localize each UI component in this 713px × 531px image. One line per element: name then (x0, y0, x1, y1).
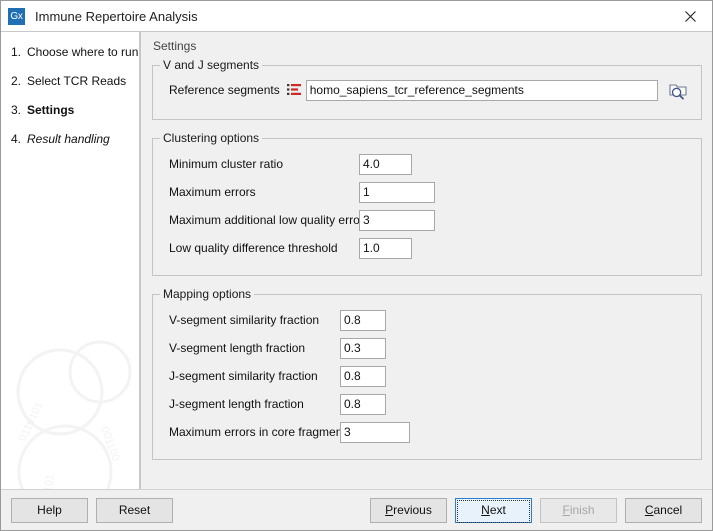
previous-mnemonic: P (385, 502, 394, 517)
finish-mnemonic: F (562, 502, 570, 517)
page-title: Settings (153, 39, 197, 53)
close-icon[interactable] (669, 1, 712, 31)
group-title: Mapping options (160, 288, 255, 300)
minimum-cluster-ratio-label: Minimum cluster ratio (169, 157, 284, 171)
maximum-errors-in-core-fragment-row: Maximum errors in core fragment (163, 421, 691, 443)
maximum-errors-row: Maximum errors (163, 181, 691, 203)
step-label: Choose where to run (27, 45, 139, 59)
next-focus-ring: Next (457, 499, 530, 523)
step-number: 2. (11, 74, 22, 88)
step-label: Settings (27, 103, 75, 117)
minimum-cluster-ratio-input[interactable] (359, 153, 412, 175)
group-title: Clustering options (160, 132, 263, 144)
sidebar-item-settings[interactable]: 3. Settings (11, 103, 139, 117)
low-quality-difference-threshold-row: Low quality difference threshold (163, 237, 691, 259)
maximum-errors-in-core-fragment-label: Maximum errors in core fragment (169, 425, 346, 439)
svg-text:01101: 01101 (40, 473, 57, 489)
group-v-and-j-segments: V and J segments Reference segments (152, 59, 702, 120)
dialog-body: 1. Choose where to run 2. Select TCR Rea… (1, 31, 712, 489)
v-segment-similarity-fraction-input[interactable] (340, 309, 386, 331)
reference-segments-row: Reference segments (163, 79, 691, 101)
next-label: ext (489, 502, 506, 517)
j-segment-similarity-fraction-input[interactable] (340, 365, 386, 387)
window-title: Immune Repertoire Analysis (35, 8, 198, 24)
maximum-additional-low-quality-errors-input[interactable] (359, 209, 435, 231)
finish-label: inish (569, 502, 595, 517)
sidebar-item-select-tcr-reads[interactable]: 2. Select TCR Reads (11, 74, 139, 88)
v-segment-length-fraction-row: V-segment length fraction (163, 337, 691, 359)
j-segment-similarity-fraction-row: J-segment similarity fraction (163, 365, 691, 387)
step-number: 3. (11, 103, 22, 117)
step-label: Result handling (27, 132, 110, 146)
decorative-watermark: 0110101 01101 001100 10110 (16, 340, 132, 489)
maximum-errors-in-core-fragment-input[interactable] (340, 421, 410, 443)
step-number: 1. (11, 45, 22, 59)
cancel-button[interactable]: Cancel (625, 497, 702, 523)
j-segment-similarity-fraction-label: J-segment similarity fraction (169, 369, 318, 383)
group-title: V and J segments (160, 59, 263, 71)
reference-segments-label: Reference segments (169, 83, 280, 97)
folder-search-icon (669, 84, 687, 100)
low-quality-difference-threshold-label: Low quality difference threshold (169, 241, 338, 255)
step-label: Select TCR Reads (27, 74, 127, 88)
j-segment-length-fraction-row: J-segment length fraction (163, 393, 691, 415)
j-segment-length-fraction-input[interactable] (340, 393, 386, 415)
next-button[interactable]: Next (455, 497, 532, 523)
previous-button[interactable]: Previous (370, 497, 447, 523)
maximum-additional-low-quality-errors-label: Maximum additional low quality errors (169, 213, 370, 227)
cancel-label: ancel (653, 502, 683, 517)
maximum-additional-low-quality-errors-row: Maximum additional low quality errors (163, 209, 691, 231)
settings-panel: Settings V and J segments Reference segm… (140, 31, 712, 489)
minimum-cluster-ratio-row: Minimum cluster ratio (163, 153, 691, 175)
wizard-step-sidebar: 1. Choose where to run 2. Select TCR Rea… (1, 31, 140, 489)
finish-button: Finish (540, 497, 617, 523)
low-quality-difference-threshold-input[interactable] (359, 237, 412, 259)
v-segment-similarity-fraction-row: V-segment similarity fraction (163, 309, 691, 331)
dialog-window: Gx Immune Repertoire Analysis 1. Choose … (0, 0, 713, 531)
reference-segments-input[interactable] (305, 79, 658, 101)
help-button[interactable]: Help (11, 497, 88, 523)
v-segment-length-fraction-input[interactable] (340, 337, 386, 359)
maximum-errors-label: Maximum errors (169, 185, 256, 199)
previous-label: revious (393, 502, 432, 517)
sidebar-item-choose-where-to-run[interactable]: 1. Choose where to run (11, 45, 139, 59)
v-segment-length-fraction-label: V-segment length fraction (169, 341, 306, 355)
group-mapping-options: Mapping options V-segment similarity fra… (152, 288, 702, 460)
next-mnemonic: N (481, 502, 490, 517)
gx-logo-icon: Gx (8, 7, 25, 25)
j-segment-length-fraction-label: J-segment length fraction (169, 397, 304, 411)
step-number: 4. (11, 132, 22, 146)
dialog-footer: Help Reset Previous Next Finish Cancel (1, 489, 712, 530)
reset-button[interactable]: Reset (96, 497, 173, 523)
v-segment-similarity-fraction-label: V-segment similarity fraction (169, 313, 320, 327)
wizard-step-list: 1. Choose where to run 2. Select TCR Rea… (1, 32, 139, 146)
sidebar-item-result-handling[interactable]: 4. Result handling (11, 132, 139, 146)
sequence-list-icon (286, 84, 301, 95)
group-clustering-options: Clustering options Minimum cluster ratio… (152, 132, 702, 276)
close-glyph (685, 10, 696, 22)
maximum-errors-input[interactable] (359, 181, 435, 203)
title-bar: Gx Immune Repertoire Analysis (1, 1, 712, 31)
browse-reference-button[interactable] (665, 79, 691, 101)
